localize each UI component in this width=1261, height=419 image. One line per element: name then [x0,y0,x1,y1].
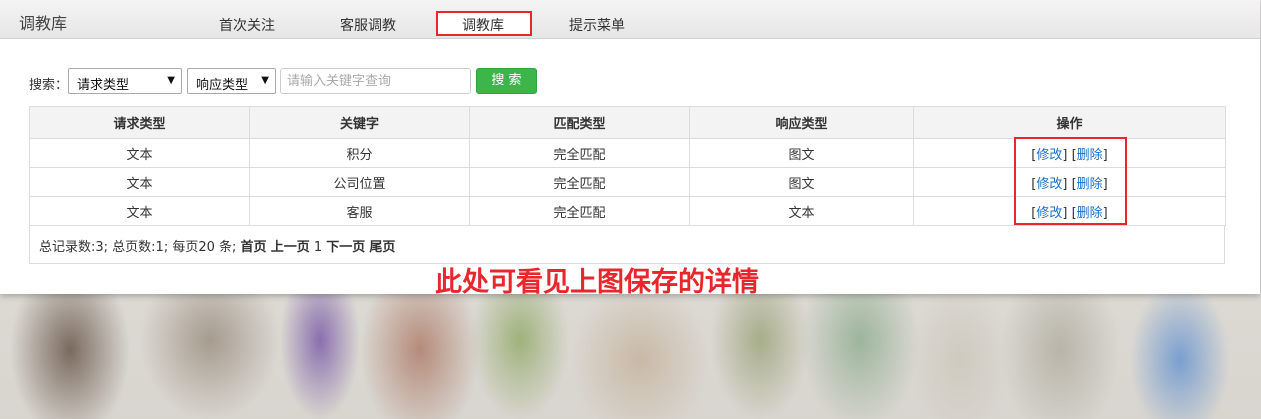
cell-keyword: 积分 [249,138,470,168]
request-type-value: 请求类型 [77,78,130,93]
response-type-value: 响应类型 [196,78,249,93]
pager-next[interactable]: 下一页 [326,240,365,255]
response-type-select[interactable]: 响应类型 ▼ [187,68,276,94]
tab-training-library[interactable]: 调教库 [462,15,504,35]
delete-link[interactable]: 删除 [1077,206,1103,221]
cell-request-type: 文本 [29,196,250,226]
tab-first-follow[interactable]: 首次关注 [219,15,275,35]
cell-request-type: 文本 [29,167,250,197]
edit-link[interactable]: 修改 [1036,148,1062,163]
search-button[interactable]: 搜 索 [476,68,537,94]
cell-match-type: 完全匹配 [469,196,690,226]
request-type-select[interactable]: 请求类型 ▼ [68,68,182,94]
cell-response-type: 文本 [689,196,914,226]
cell-keyword: 客服 [249,196,470,226]
table-row: 文本 客服 完全匹配 文本 [修改] [删除] [29,196,1226,226]
cell-match-type: 完全匹配 [469,167,690,197]
main-panel: 调教库 首次关注 客服调教 调教库 提示菜单 搜索： 请求类型 ▼ 响应类型 ▼… [0,0,1260,298]
cell-response-type: 图文 [689,138,914,168]
column-header: 响应类型 [689,106,914,139]
tab-prompt-menu[interactable]: 提示菜单 [569,15,625,35]
pager-summary: 总记录数:3; 总页数:1; 每页20 条; [39,240,237,255]
edit-link[interactable]: 修改 [1036,206,1062,221]
table-row: 文本 公司位置 完全匹配 图文 [修改] [删除] [29,167,1226,197]
rules-table: 请求类型 关键字 匹配类型 响应类型 操作 文本 积分 完全匹配 图文 [修改]… [29,106,1226,226]
column-header: 关键字 [249,106,470,139]
annotation-text: 此处可看见上图保存的详情 [435,267,759,298]
edit-link[interactable]: 修改 [1036,177,1062,192]
keyword-search-input[interactable] [280,68,471,94]
delete-link[interactable]: 删除 [1077,177,1103,192]
pager-first[interactable]: 首页 [241,240,267,255]
pager-current: 1 [313,240,323,255]
pagination: 总记录数:3; 总页数:1; 每页20 条; 首页 上一页 1 下一页 尾页 [29,226,1225,264]
column-header: 请求类型 [29,106,250,139]
pager-prev[interactable]: 上一页 [271,240,310,255]
table-header-row: 请求类型 关键字 匹配类型 响应类型 操作 [29,106,1226,139]
cell-match-type: 完全匹配 [469,138,690,168]
delete-link[interactable]: 删除 [1077,148,1103,163]
dropdown-arrow-icon: ▼ [167,75,175,86]
column-header: 操作 [913,106,1226,139]
column-header: 匹配类型 [469,106,690,139]
table-row: 文本 积分 完全匹配 图文 [修改] [删除] [29,138,1226,168]
tab-customer-service[interactable]: 客服调教 [340,15,396,35]
top-header: 调教库 首次关注 客服调教 调教库 提示菜单 [0,0,1260,39]
cell-response-type: 图文 [689,167,914,197]
pager-last[interactable]: 尾页 [369,240,395,255]
cell-actions: [修改] [删除] [913,196,1226,226]
dropdown-arrow-icon: ▼ [261,75,269,86]
cell-request-type: 文本 [29,138,250,168]
cell-actions: [修改] [删除] [913,138,1226,168]
cell-actions: [修改] [删除] [913,167,1226,197]
page-title: 调教库 [19,14,68,33]
cell-keyword: 公司位置 [249,167,470,197]
search-label: 搜索： [29,78,69,93]
